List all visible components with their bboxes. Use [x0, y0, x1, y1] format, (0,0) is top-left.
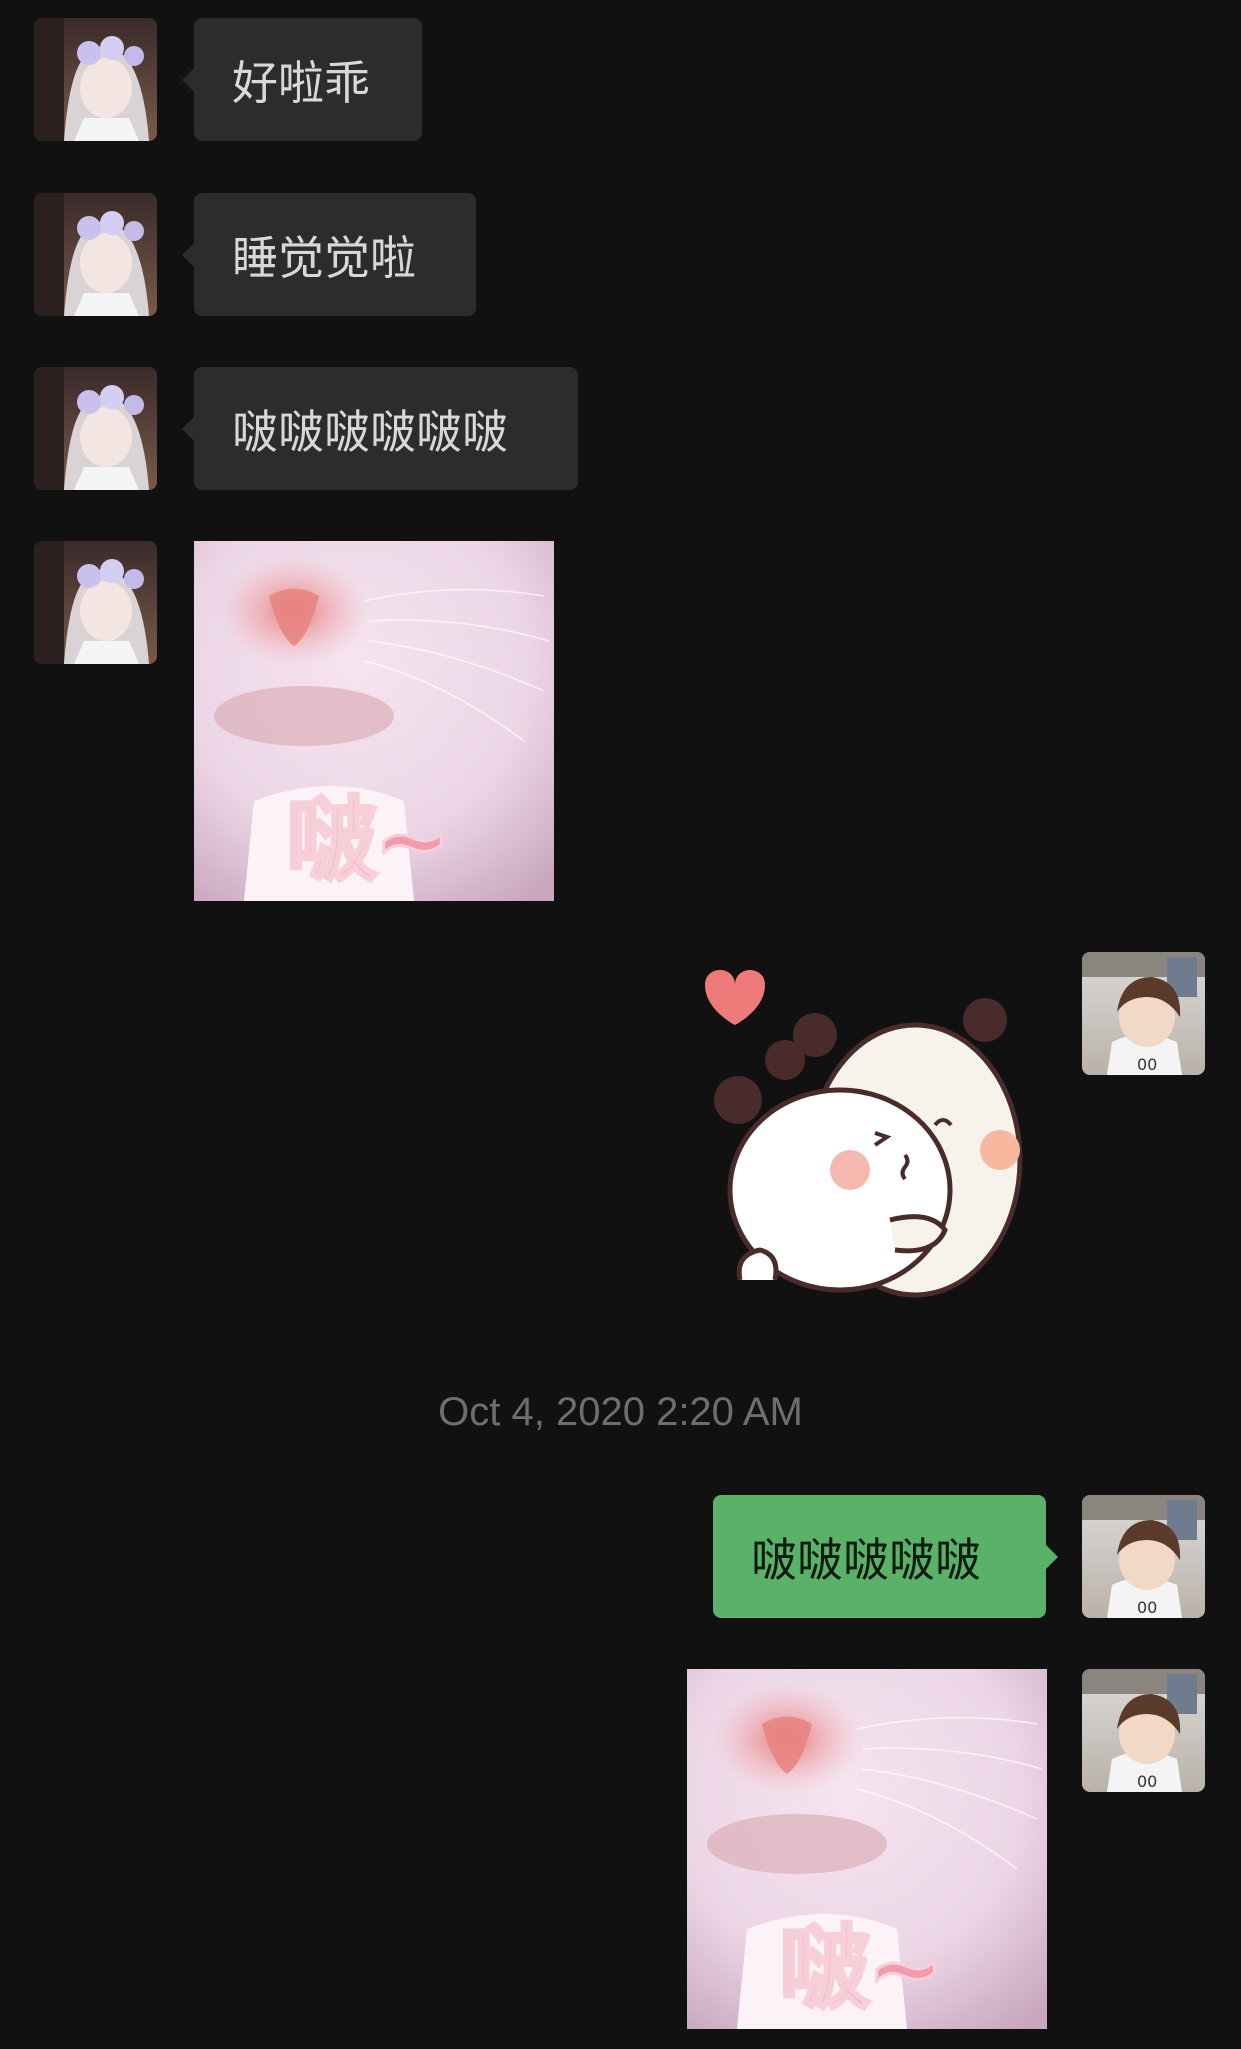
svg-text:00: 00 [1137, 1055, 1157, 1074]
anime-girl-avatar-icon [34, 18, 157, 141]
anime-girl-avatar-icon [34, 193, 157, 316]
message-bubble-outgoing[interactable]: 啵啵啵啵啵 [713, 1495, 1058, 1618]
message-bubble[interactable]: 睡觉觉啦 [182, 193, 476, 316]
contact-avatar[interactable] [34, 367, 157, 490]
svg-text:00: 00 [1137, 1772, 1157, 1791]
contact-avatar[interactable] [34, 18, 157, 141]
my-avatar[interactable]: 00 [1082, 952, 1205, 1075]
anime-boy-avatar-icon: 00 [1082, 952, 1205, 1075]
message-bubble[interactable]: 啵啵啵啵啵啵 [182, 367, 578, 490]
message-text: 啵啵啵啵啵 [751, 1532, 981, 1587]
message-text: 好啦乖 [232, 55, 370, 110]
my-avatar[interactable]: 00 [1082, 1669, 1205, 1792]
sticker-caption: 啵~ [284, 786, 452, 896]
cat-nose-kiss-sticker[interactable]: 啵~ [194, 541, 554, 901]
anime-boy-avatar-icon: 00 [1082, 1669, 1205, 1792]
contact-avatar[interactable] [34, 541, 157, 664]
my-avatar[interactable]: 00 [1082, 1495, 1205, 1618]
sticker-caption: 啵~ [777, 1914, 945, 2024]
message-text: 睡觉觉啦 [232, 230, 416, 285]
message-text: 啵啵啵啵啵啵 [232, 404, 508, 459]
anime-girl-avatar-icon [34, 541, 157, 664]
anime-girl-avatar-icon [34, 367, 157, 490]
panda-hug-icon [705, 970, 1023, 1298]
contact-avatar[interactable] [34, 193, 157, 316]
message-bubble[interactable]: 好啦乖 [182, 18, 422, 141]
svg-text:00: 00 [1137, 1598, 1157, 1617]
panda-hug-sticker[interactable] [690, 960, 1050, 1312]
timestamp: Oct 4, 2020 2:20 AM [438, 1390, 803, 1434]
cat-nose-kiss-sticker[interactable]: 啵~ [687, 1669, 1047, 2029]
anime-boy-avatar-icon: 00 [1082, 1495, 1205, 1618]
